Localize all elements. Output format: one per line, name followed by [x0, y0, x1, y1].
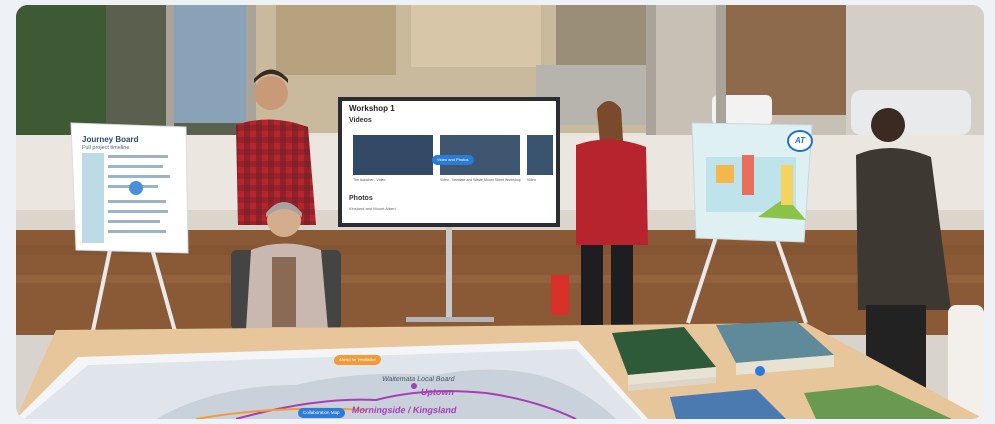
monitor-photos-heading: Photos	[349, 195, 373, 202]
man-in-suit	[871, 108, 905, 142]
at-logo-icon: AT	[787, 130, 813, 152]
map-board-label: Waitemata Local Board	[381, 376, 456, 383]
monitor-photos-subtitle: Kinsland and Mount Albert	[349, 206, 396, 211]
video-thumb-1	[353, 135, 433, 175]
monitor-videos-heading: Videos	[349, 117, 372, 124]
video-caption-1: The launcher - Video	[353, 178, 386, 182]
video-caption-3: Video	[527, 178, 536, 182]
vr-scene-frame: Journey Board Full project timeline Work…	[16, 5, 984, 419]
journey-board-subtitle: Full project timeline	[82, 145, 130, 151]
man-standing	[254, 76, 288, 110]
map-route-label: Morningside / Kingsland	[351, 405, 458, 415]
map-header-chip[interactable]: Ahead for Ventilation	[333, 355, 382, 365]
parked-car	[851, 90, 971, 135]
video-thumb-3	[527, 135, 553, 175]
map-highlight-label: Uptown	[420, 387, 455, 397]
collaboration-map-button[interactable]: Collaboration Map	[298, 408, 345, 418]
monitor-title: Workshop 1	[349, 104, 395, 113]
vr-room-scene	[16, 5, 984, 419]
shopping-bag	[551, 275, 569, 315]
video-photos-chip[interactable]: Video and Photos	[432, 155, 474, 165]
video-caption-2: Video - Ventilate and Waste Mount Street…	[440, 178, 521, 182]
journey-board-title: Journey Board	[82, 135, 139, 144]
